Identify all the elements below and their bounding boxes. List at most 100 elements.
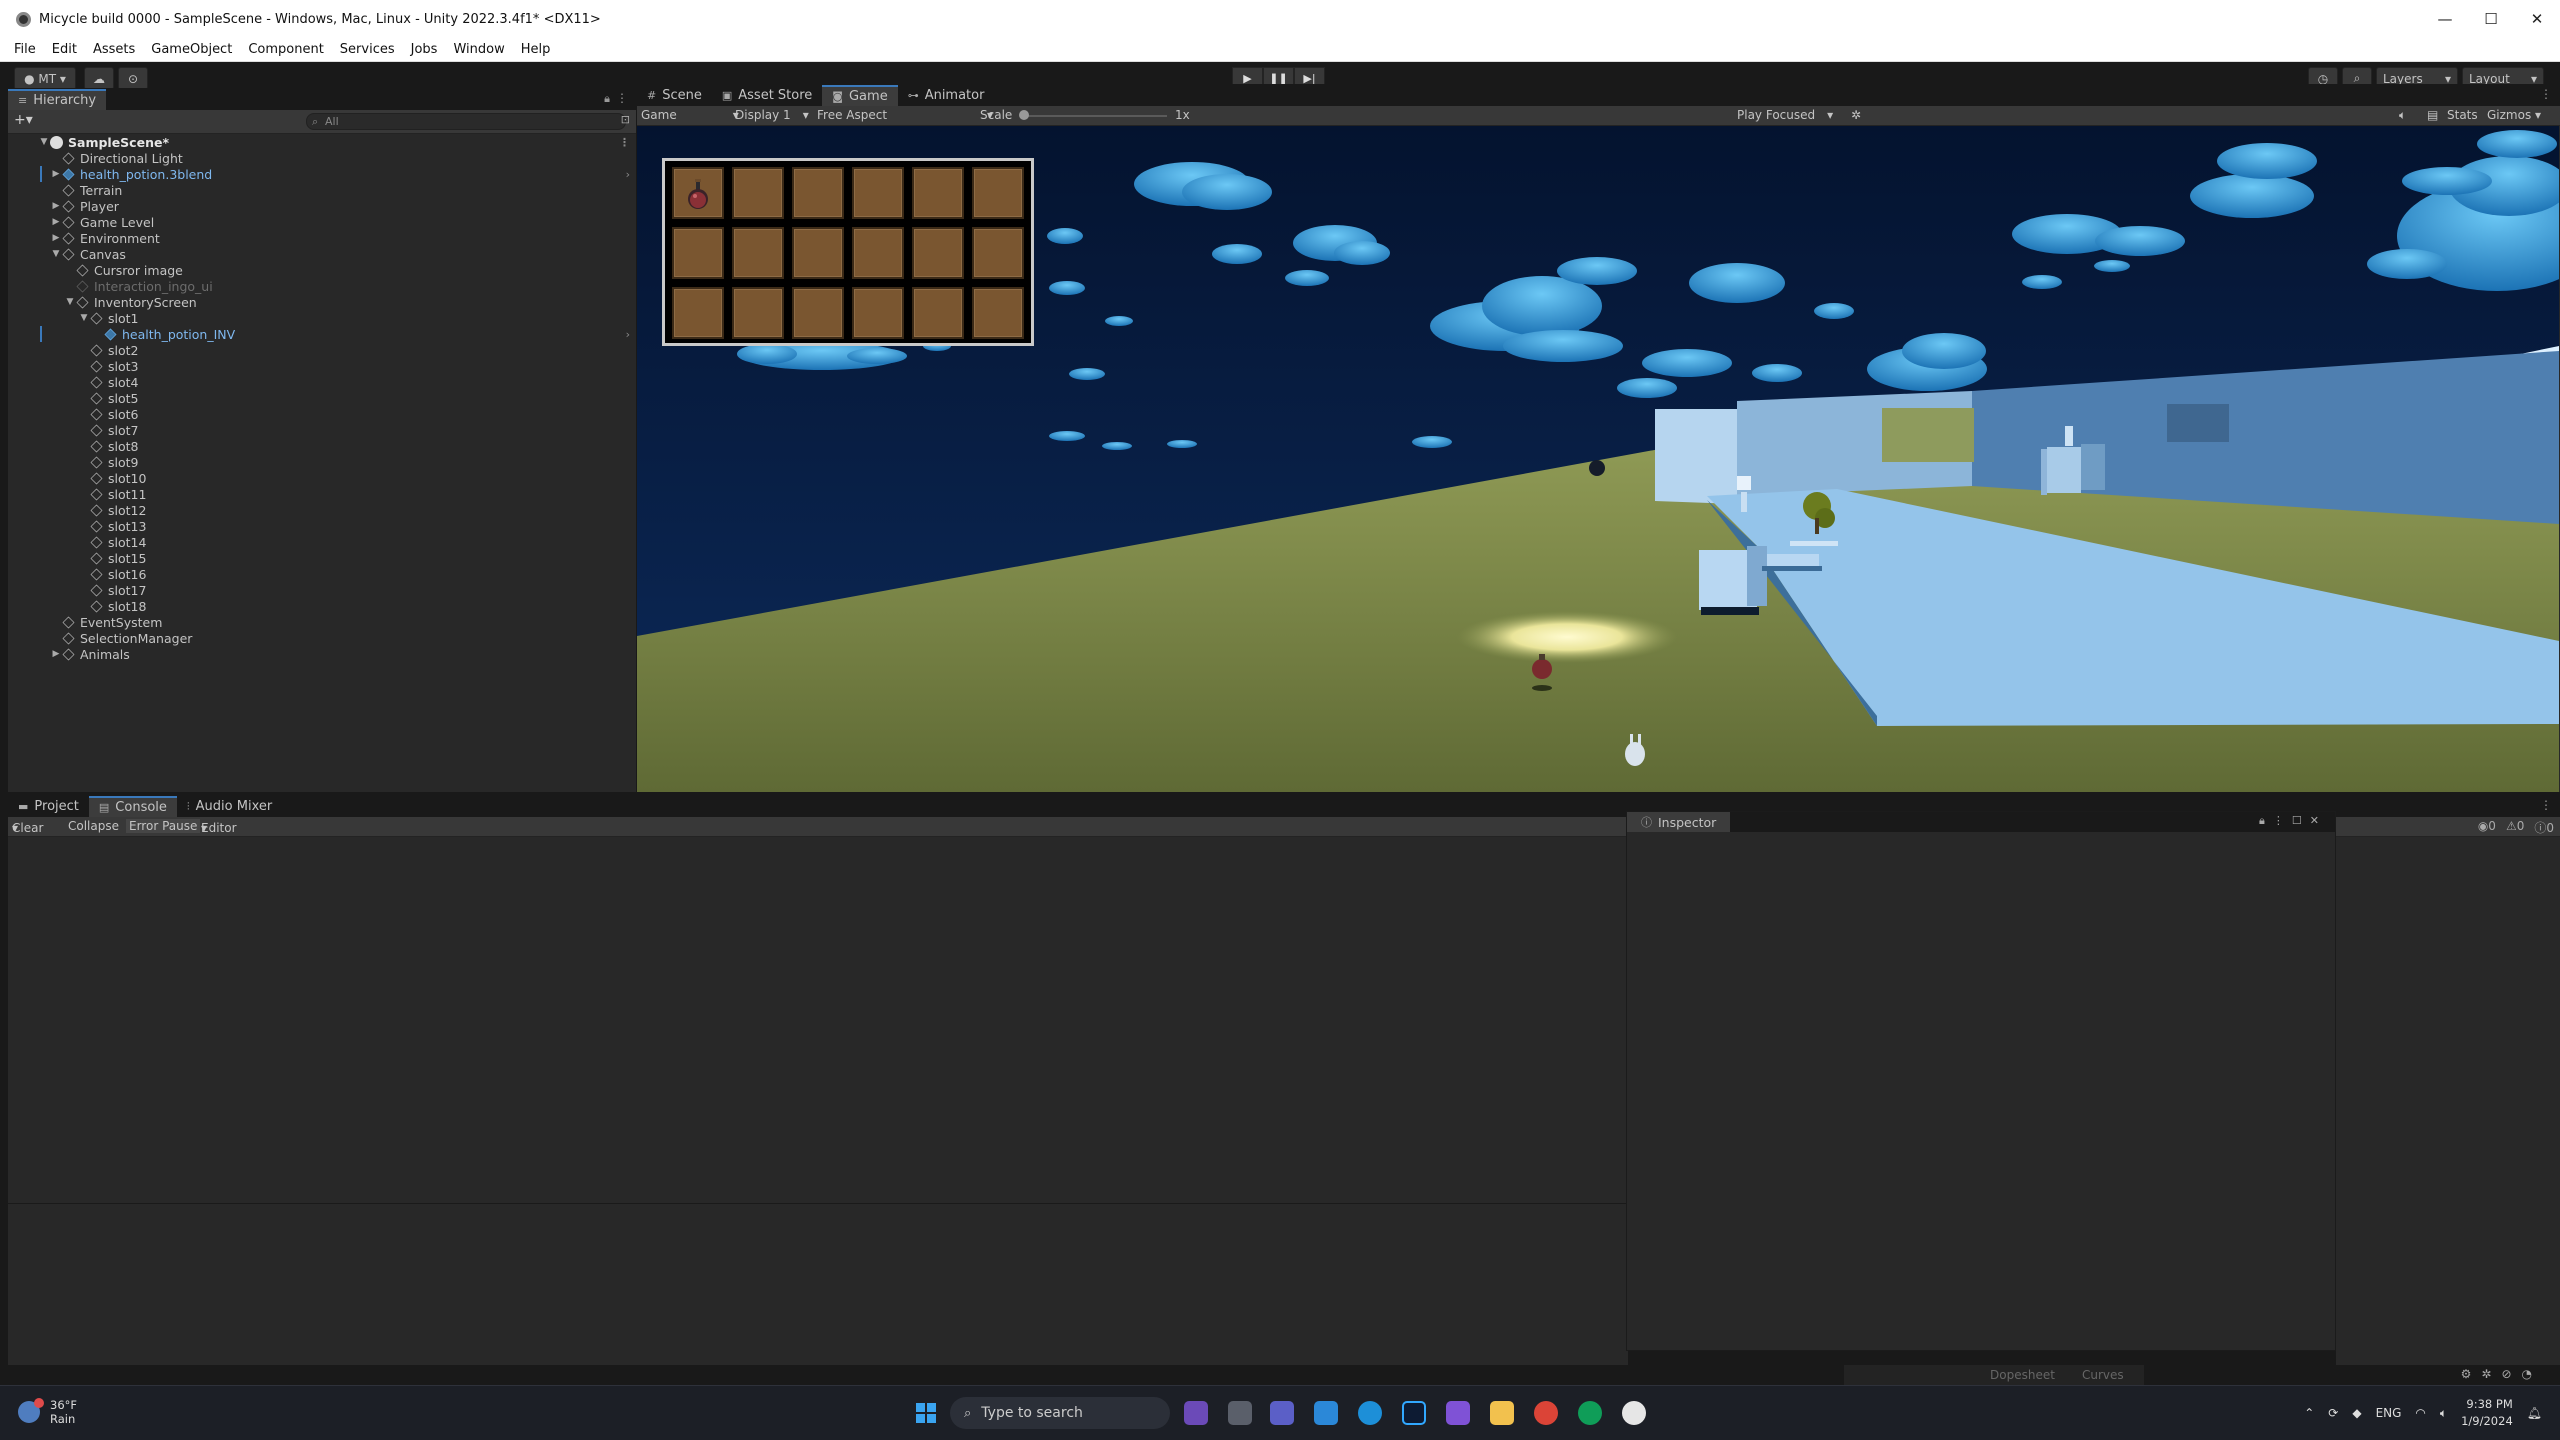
scale-slider-handle[interactable] bbox=[1019, 110, 1029, 120]
stats-icon[interactable]: ▤ bbox=[2427, 108, 2438, 122]
progress-icon[interactable]: ⚙ bbox=[2461, 1367, 2482, 1381]
display-dropdown[interactable]: Display 1 ▾ bbox=[735, 108, 809, 122]
tab-game[interactable]: ◙ Game bbox=[822, 85, 898, 106]
tree-item-slot1[interactable]: ▼ slot1 bbox=[8, 310, 636, 326]
copilot-icon[interactable] bbox=[1184, 1401, 1208, 1425]
tree-item-slot3[interactable]: slot3 bbox=[8, 358, 636, 374]
tree-item-player[interactable]: ▶ Player bbox=[8, 198, 636, 214]
inventory-slot-12[interactable] bbox=[972, 227, 1024, 279]
inventory-slot-4[interactable] bbox=[852, 167, 904, 219]
tree-item-directional-light[interactable]: Directional Light bbox=[8, 150, 636, 166]
tree-item-eventsystem[interactable]: EventSystem bbox=[8, 614, 636, 630]
windows-start-icon[interactable] bbox=[916, 1403, 936, 1423]
kebab-menu-icon[interactable]: ⋮ bbox=[2540, 798, 2552, 812]
tree-item-slot9[interactable]: slot9 bbox=[8, 454, 636, 470]
chevron-up-icon[interactable]: ⌃ bbox=[2304, 1406, 2314, 1420]
inventory-slot-6[interactable] bbox=[972, 167, 1024, 219]
inventory-slot-10[interactable] bbox=[852, 227, 904, 279]
inventory-slot-16[interactable] bbox=[852, 287, 904, 339]
notification-bell-icon[interactable]: 🔔︎ bbox=[2527, 1406, 2542, 1420]
tree-item-canvas[interactable]: ▼ Canvas bbox=[8, 246, 636, 262]
health-potion-icon[interactable] bbox=[687, 179, 709, 209]
bug-icon[interactable]: ✲ bbox=[2481, 1367, 2501, 1381]
tab-inspector[interactable]: ⓘ Inspector bbox=[1627, 812, 1731, 832]
kebab-menu-icon[interactable]: ⋮ bbox=[2540, 87, 2552, 101]
lock-icon[interactable]: 🔒︎ bbox=[2259, 814, 2273, 827]
add-object-button[interactable]: +▾ bbox=[14, 112, 33, 128]
tree-item-slot12[interactable]: slot12 bbox=[8, 502, 636, 518]
inventory-slot-13[interactable] bbox=[672, 287, 724, 339]
tab-animator[interactable]: ⊶ Animator bbox=[898, 85, 995, 106]
tab-console[interactable]: ▤ Console bbox=[88, 796, 177, 817]
weather-widget[interactable]: 36°F Rain bbox=[18, 1398, 77, 1426]
inventory-slot-18[interactable] bbox=[972, 287, 1024, 339]
store-icon[interactable] bbox=[1314, 1401, 1338, 1425]
collab-icon[interactable]: ⊙ bbox=[118, 67, 148, 90]
scene-visibility-icon[interactable]: ⊡ bbox=[621, 113, 630, 126]
audio-mute-icon[interactable]: 🔈︎ bbox=[2399, 108, 2406, 123]
clock[interactable]: 9:38 PM 1/9/2024 bbox=[2461, 1396, 2513, 1430]
log-count[interactable]: ◉0 bbox=[2478, 819, 2496, 836]
tree-item-slot18[interactable]: slot18 bbox=[8, 598, 636, 614]
expand-arrow-icon[interactable]: ▼ bbox=[50, 249, 62, 259]
tab-asset-store[interactable]: ▣ Asset Store bbox=[712, 85, 822, 106]
photoshop-icon[interactable] bbox=[1402, 1401, 1426, 1425]
menu-help[interactable]: Help bbox=[521, 42, 551, 57]
inventory-slot-15[interactable] bbox=[792, 287, 844, 339]
expand-arrow-icon[interactable]: ▼ bbox=[38, 137, 50, 147]
expand-arrow-icon[interactable]: ▶ bbox=[50, 201, 62, 211]
tree-item-samplescene[interactable]: ▼ SampleScene* ⋮ bbox=[8, 134, 636, 150]
expand-arrow-icon[interactable]: ▶ bbox=[50, 233, 62, 243]
inventory-slot-5[interactable] bbox=[912, 167, 964, 219]
tree-item-health-potion-blend[interactable]: ▶ health_potion.3blend › bbox=[8, 166, 636, 182]
expand-arrow-icon[interactable]: ▶ bbox=[50, 217, 62, 227]
menu-assets[interactable]: Assets bbox=[93, 42, 135, 57]
kebab-menu-icon[interactable]: ⋮ bbox=[616, 91, 628, 105]
expand-arrow-icon[interactable]: ▼ bbox=[78, 313, 90, 323]
maximize-button[interactable]: ☐ bbox=[2468, 0, 2514, 38]
chevron-right-icon[interactable]: › bbox=[626, 168, 630, 181]
tab-audio-mixer[interactable]: ⫶ Audio Mixer bbox=[177, 796, 282, 817]
maximize-icon[interactable]: ☐ bbox=[2292, 814, 2310, 827]
inventory-slot-11[interactable] bbox=[912, 227, 964, 279]
tree-item-environment[interactable]: ▶ Environment bbox=[8, 230, 636, 246]
tree-item-animals[interactable]: ▶ Animals bbox=[8, 646, 636, 662]
play-focused-dropdown[interactable]: Play Focused ▾ bbox=[1737, 108, 1833, 122]
aspect-dropdown[interactable]: Free Aspect ▾ bbox=[817, 108, 993, 122]
tree-item-slot11[interactable]: slot11 bbox=[8, 486, 636, 502]
antivirus-icon[interactable]: ◆ bbox=[2352, 1406, 2361, 1420]
tree-item-slot14[interactable]: slot14 bbox=[8, 534, 636, 550]
tab-project[interactable]: ▬ Project bbox=[8, 796, 89, 817]
language-indicator[interactable]: ENG bbox=[2376, 1406, 2402, 1420]
tree-item-slot4[interactable]: slot4 bbox=[8, 374, 636, 390]
sync-icon[interactable]: ⟳ bbox=[2328, 1406, 2338, 1420]
edge-icon[interactable] bbox=[1358, 1401, 1382, 1425]
expand-arrow-icon[interactable]: ▶ bbox=[50, 169, 62, 179]
tree-item-slot5[interactable]: slot5 bbox=[8, 390, 636, 406]
hierarchy-search-input[interactable]: ⌕ All bbox=[306, 113, 626, 130]
visual-studio-icon[interactable] bbox=[1446, 1401, 1470, 1425]
inventory-slot-8[interactable] bbox=[732, 227, 784, 279]
menu-window[interactable]: Window bbox=[453, 42, 504, 57]
dopesheet-tab[interactable]: Dopesheet bbox=[1990, 1368, 2055, 1382]
tree-item-cursor-image[interactable]: Cursror image bbox=[8, 262, 636, 278]
unity-hub-icon[interactable] bbox=[1622, 1401, 1646, 1425]
volume-icon[interactable]: 🔈︎ bbox=[2440, 1406, 2447, 1421]
error-pause-toggle[interactable]: Error Pause bbox=[126, 819, 201, 833]
gizmos-dropdown[interactable]: Gizmos ▾ bbox=[2487, 108, 2541, 122]
tree-item-slot7[interactable]: slot7 bbox=[8, 422, 636, 438]
menu-services[interactable]: Services bbox=[340, 42, 395, 57]
tree-item-slot15[interactable]: slot15 bbox=[8, 550, 636, 566]
close-icon[interactable]: ✕ bbox=[2310, 814, 2327, 827]
account-dropdown[interactable]: ● MT ▾ bbox=[14, 67, 76, 90]
inventory-slot-2[interactable] bbox=[732, 167, 784, 219]
tree-item-slot6[interactable]: slot6 bbox=[8, 406, 636, 422]
inventory-slot-7[interactable] bbox=[672, 227, 724, 279]
tab-scene[interactable]: # Scene bbox=[637, 85, 712, 106]
task-view-icon[interactable] bbox=[1228, 1401, 1252, 1425]
chrome-icon[interactable] bbox=[1534, 1401, 1558, 1425]
tree-item-slot8[interactable]: slot8 bbox=[8, 438, 636, 454]
menu-jobs[interactable]: Jobs bbox=[411, 42, 438, 57]
taskbar-search-input[interactable]: ⌕ Type to search bbox=[950, 1397, 1170, 1429]
wifi-icon[interactable]: ◠ bbox=[2415, 1406, 2425, 1420]
